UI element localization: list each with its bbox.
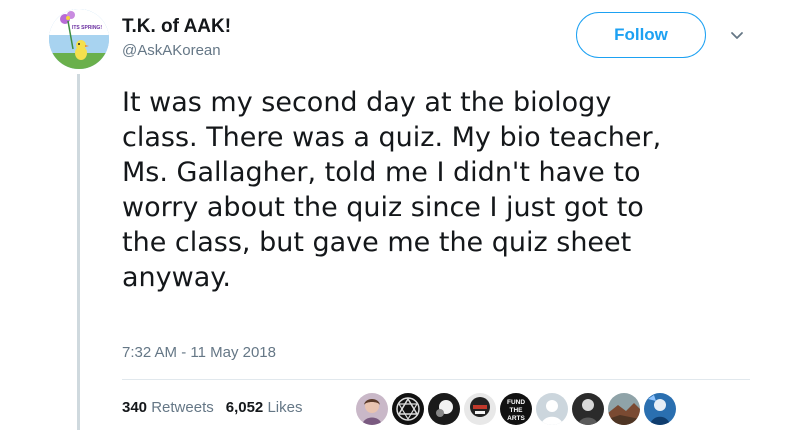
blue-figure-photo-icon: [644, 393, 676, 425]
retweets-count: 340: [122, 399, 148, 416]
retweets-stat[interactable]: 340 Retweets: [122, 399, 214, 416]
tweet-text-line: anyway.: [122, 262, 231, 293]
svg-text:THE: THE: [510, 407, 524, 414]
likes-count: 6,052: [225, 399, 264, 416]
landscape-photo-icon: [608, 393, 640, 425]
liker-avatar-9[interactable]: [642, 391, 678, 427]
likes-label: Likes: [267, 399, 303, 416]
liker-avatar-4[interactable]: [462, 391, 498, 427]
svg-text:FUND: FUND: [507, 399, 525, 406]
chevron-down-icon[interactable]: [729, 28, 745, 44]
tweet-text-line: Ms. Gallagher, told me I didn't have to: [122, 157, 641, 188]
default-egg-avatar-icon: [536, 393, 568, 425]
black-white-photo-icon: [572, 393, 604, 425]
conversation-thread-line: [77, 74, 80, 430]
tweet-text-line: It was my second day at the biology: [122, 87, 612, 118]
masked-figure-icon: [464, 393, 496, 425]
tweet-text-line: worry about the quiz since I just got to: [122, 192, 644, 223]
avatar-caption: ITS SPRING!: [72, 25, 102, 31]
liker-avatar-3[interactable]: [426, 391, 462, 427]
retweets-label: Retweets: [151, 399, 214, 416]
liker-avatar-6[interactable]: [534, 391, 570, 427]
svg-text:ARTS: ARTS: [507, 415, 525, 422]
liker-avatar-1[interactable]: [354, 391, 390, 427]
liker-avatar-5[interactable]: FUND THE ARTS: [498, 391, 534, 427]
author-avatar[interactable]: ITS SPRING!: [49, 9, 109, 69]
tweet-text: It was my second day at the biology clas…: [122, 85, 762, 295]
stats-divider: [122, 379, 750, 380]
liker-avatar-2[interactable]: [390, 391, 426, 427]
dark-photo-icon: [428, 393, 460, 425]
tweet-timestamp[interactable]: 7:32 AM - 11 May 2018: [122, 344, 276, 361]
author-display-name[interactable]: T.K. of AAK!: [122, 16, 231, 38]
author-handle[interactable]: @AskAKorean: [122, 42, 221, 59]
person-photo-icon: [356, 393, 388, 425]
tweet-stats: 340 Retweets 6,052 Likes: [122, 399, 302, 416]
fund-the-arts-badge-icon: FUND THE ARTS: [500, 393, 532, 425]
geometric-logo-icon: [392, 393, 424, 425]
follow-button[interactable]: Follow: [576, 12, 706, 58]
tweet-text-line: class. There was a quiz. My bio teacher,: [122, 122, 662, 153]
liker-avatar-7[interactable]: [570, 391, 606, 427]
spring-flower-avatar-icon: ITS SPRING!: [49, 9, 109, 69]
likes-stat[interactable]: 6,052 Likes: [226, 399, 303, 416]
liker-avatar-8[interactable]: [606, 391, 642, 427]
tweet-text-line: the class, but gave me the quiz sheet: [122, 227, 632, 258]
